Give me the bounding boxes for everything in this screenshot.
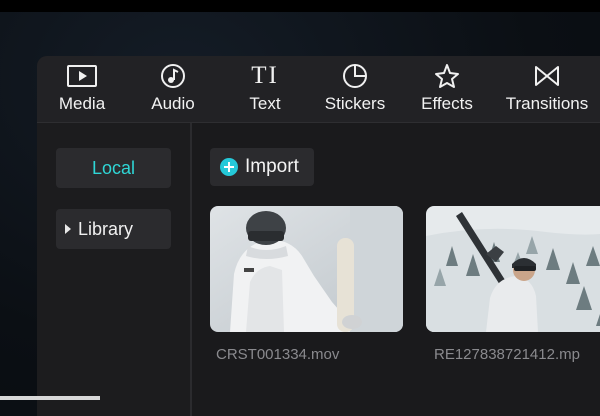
- import-button[interactable]: Import: [210, 148, 314, 186]
- effects-icon: [435, 64, 459, 88]
- sidebar-item-library[interactable]: Library: [56, 209, 171, 249]
- tab-stickers[interactable]: Stickers: [319, 62, 391, 118]
- tab-transitions[interactable]: Transitions: [499, 62, 595, 118]
- tab-effects[interactable]: Effects: [414, 62, 480, 118]
- audio-icon: [161, 64, 185, 88]
- tab-audio-label: Audio: [151, 94, 195, 113]
- tab-stickers-label: Stickers: [324, 94, 386, 113]
- tab-transitions-label: Transitions: [505, 94, 589, 113]
- sidebar-item-label: Local: [91, 158, 136, 178]
- toolbar: Media Audio TI Text Stickers Effects Tra…: [37, 56, 600, 123]
- transitions-icon: [535, 66, 559, 86]
- text-icon: TI: [251, 62, 279, 89]
- bottom-indicator-bar: [0, 396, 100, 400]
- tab-text[interactable]: TI Text: [235, 62, 295, 118]
- media-thumbnail[interactable]: [210, 206, 403, 332]
- media-panel-window: Media Audio TI Text Stickers Effects Tra…: [37, 56, 600, 416]
- sidebar: Local Library: [37, 123, 192, 416]
- tab-media[interactable]: Media: [51, 62, 113, 118]
- media-filename: RE127838721412.mp: [434, 346, 580, 363]
- tab-media-label: Media: [58, 94, 106, 113]
- tab-audio[interactable]: Audio: [141, 62, 205, 118]
- media-icon: [67, 65, 97, 87]
- video-thumbnail-image: [210, 206, 403, 332]
- caret-right-icon: [65, 224, 71, 234]
- stickers-icon: [343, 64, 367, 88]
- sidebar-item-label: Library: [78, 219, 134, 239]
- media-thumbnail[interactable]: [426, 206, 600, 332]
- sidebar-item-local[interactable]: Local: [56, 148, 171, 188]
- video-thumbnail-image: [426, 206, 600, 332]
- tab-effects-label: Effects: [421, 94, 473, 113]
- media-filename: CRST001334.mov: [216, 346, 340, 363]
- plus-circle-icon: [220, 158, 238, 176]
- import-button-label: Import: [245, 156, 299, 177]
- tab-text-label: Text: [249, 94, 281, 113]
- media-content: Import CRST001334.mov RE127838721412.mp: [192, 123, 600, 416]
- top-strip: [0, 0, 600, 12]
